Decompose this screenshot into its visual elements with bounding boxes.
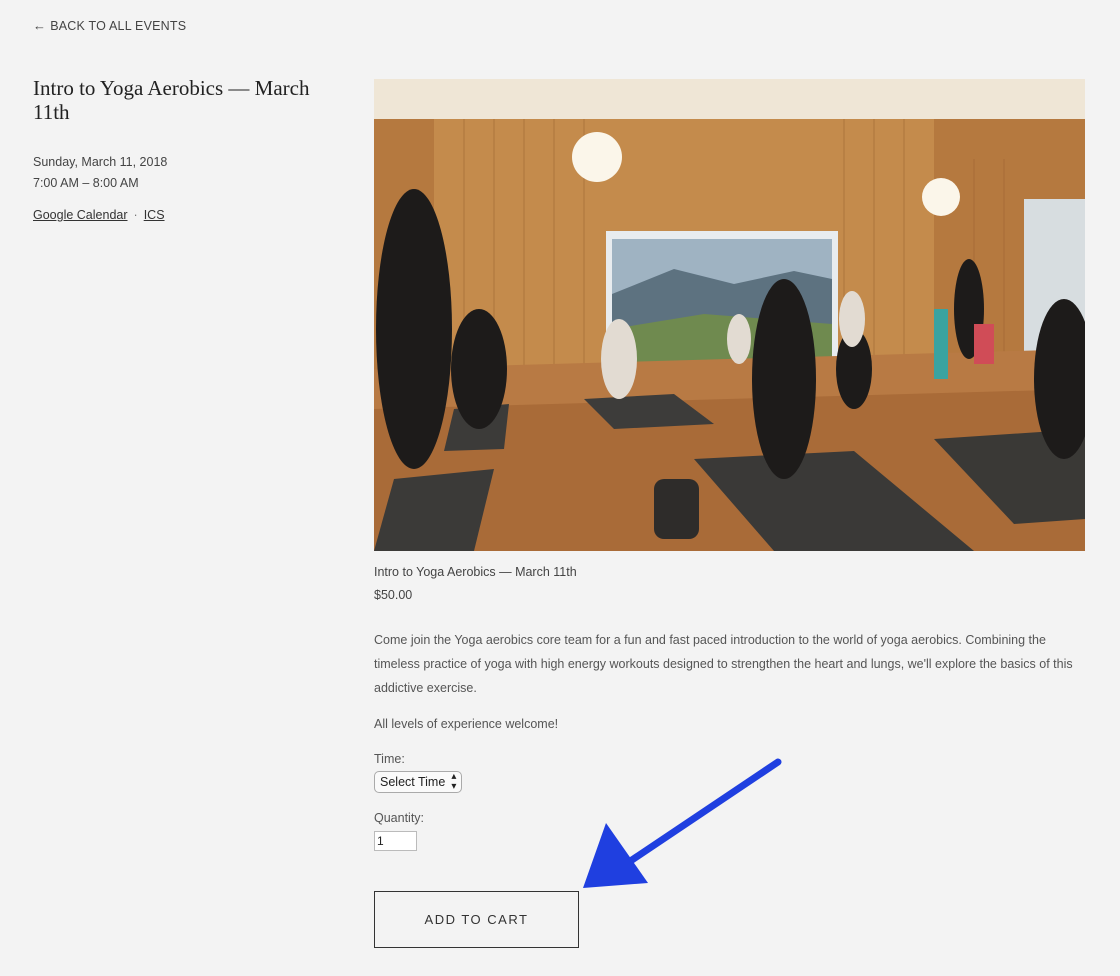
- time-select-value: Select Time: [380, 775, 446, 789]
- product-name: Intro to Yoga Aerobics — March 11th: [374, 565, 577, 579]
- google-calendar-link[interactable]: Google Calendar: [33, 208, 128, 222]
- event-meta: Sunday, March 11, 2018 7:00 AM – 8:00 AM: [33, 152, 167, 194]
- back-to-events-link[interactable]: ← BACK TO ALL EVENTS: [33, 18, 186, 33]
- add-to-cart-button[interactable]: ADD TO CART: [374, 891, 579, 948]
- time-label: Time:: [374, 752, 405, 766]
- calendar-links: Google Calendar · ICS: [33, 208, 165, 222]
- product-description: Come join the Yoga aerobics core team fo…: [374, 633, 1073, 695]
- left-arrow-icon: ←: [33, 18, 47, 33]
- link-separator: ·: [133, 208, 138, 222]
- back-link-label: BACK TO ALL EVENTS: [50, 18, 187, 33]
- event-hero-image: [374, 79, 1085, 551]
- product-block: Intro to Yoga Aerobics — March 11th $50.…: [374, 562, 1086, 851]
- select-caret-icon: ▴ ▾: [451, 771, 457, 792]
- ics-link[interactable]: ICS: [144, 208, 165, 222]
- time-select[interactable]: Select Time ▴ ▾: [374, 771, 463, 793]
- event-title: Intro to Yoga Aerobics — March 11th: [33, 76, 310, 124]
- event-time: 7:00 AM – 8:00 AM: [33, 176, 139, 190]
- quantity-label: Quantity:: [374, 811, 425, 825]
- event-date: Sunday, March 11, 2018: [33, 155, 168, 169]
- yoga-class-photo: [374, 79, 1085, 551]
- experience-note: All levels of experience welcome!: [374, 717, 559, 731]
- quantity-input[interactable]: [374, 831, 417, 851]
- product-price: $50.00: [374, 588, 413, 602]
